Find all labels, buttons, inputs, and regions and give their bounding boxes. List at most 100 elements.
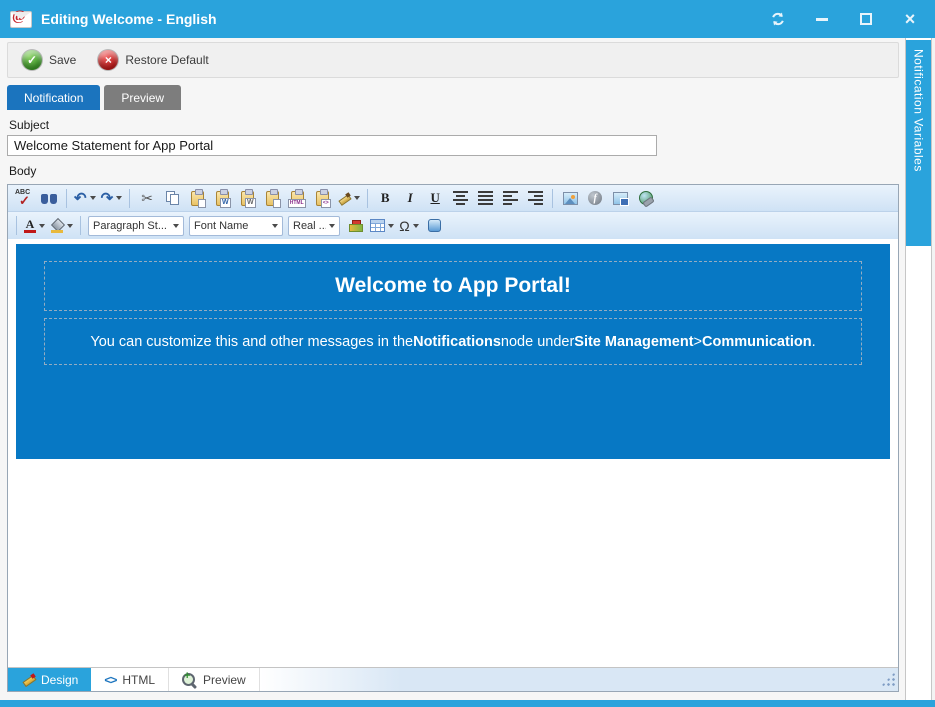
dialog-body: ✓ Save × Restore Default Notification Pr… xyxy=(0,38,905,700)
font-color-dropdown-arrow xyxy=(39,224,45,228)
paste-from-word-button[interactable]: W xyxy=(210,187,234,209)
title-bar: Editing Welcome - English × xyxy=(0,0,935,38)
toolbar-separator xyxy=(66,189,67,208)
tab-notification[interactable]: Notification xyxy=(7,85,100,110)
justify-button[interactable] xyxy=(473,187,497,209)
app-portal-mail-icon xyxy=(10,11,32,28)
paste-from-word-nostyles-button[interactable]: W xyxy=(235,187,259,209)
editor-toolbar-row1: ABC✓ ↶ ↷ ✂ W W HTML <> B xyxy=(8,185,898,212)
flash-manager-button[interactable]: f xyxy=(583,187,607,209)
font-size-dropdown[interactable]: Real ... xyxy=(288,216,340,236)
sidebar-strip: Notification Variables xyxy=(905,38,932,700)
paste-as-html-button[interactable]: HTML xyxy=(285,187,309,209)
font-size-value: Real ... xyxy=(293,220,326,232)
undo-button[interactable]: ↶ xyxy=(72,187,98,209)
spellcheck-icon: ABC✓ xyxy=(15,190,33,206)
align-right-button[interactable] xyxy=(523,187,547,209)
insert-image-button[interactable] xyxy=(558,187,582,209)
copy-button[interactable] xyxy=(160,187,184,209)
apply-css-class-button[interactable] xyxy=(343,215,367,237)
editor-status-area xyxy=(260,668,898,691)
paste-icon xyxy=(191,191,204,206)
save-button[interactable]: ✓ Save xyxy=(22,50,76,70)
font-color-icon: A xyxy=(24,219,36,233)
save-check-icon: ✓ xyxy=(22,50,42,70)
minimize-button[interactable] xyxy=(813,10,831,28)
paste-from-word-icon: W xyxy=(216,191,229,206)
redo-dropdown-arrow xyxy=(116,196,122,200)
insert-table-button[interactable] xyxy=(368,215,396,237)
editor-design-surface[interactable]: Welcome to App Portal! You can customize… xyxy=(8,239,898,667)
window-controls: × xyxy=(769,10,925,28)
align-right-icon xyxy=(528,191,543,205)
font-size-dropdown-arrow xyxy=(329,224,335,228)
underline-button[interactable]: U xyxy=(423,187,447,209)
rich-text-editor: ABC✓ ↶ ↷ ✂ W W HTML <> B xyxy=(7,184,899,692)
banner-message-cell[interactable]: You can customize this and other message… xyxy=(44,318,862,365)
insert-table-dropdown-arrow xyxy=(388,224,394,228)
mode-tab-preview[interactable]: Preview xyxy=(169,668,260,691)
align-center-button[interactable] xyxy=(448,187,472,209)
paste-button[interactable] xyxy=(185,187,209,209)
close-button[interactable]: × xyxy=(901,10,919,28)
cut-icon: ✂ xyxy=(141,190,153,207)
find-icon xyxy=(41,192,57,204)
align-left-button[interactable] xyxy=(498,187,522,209)
mode-tab-design[interactable]: Design xyxy=(8,668,91,691)
background-color-dropdown-arrow xyxy=(67,224,73,228)
insert-module-button[interactable] xyxy=(422,215,446,237)
format-stripper-button[interactable] xyxy=(335,187,362,209)
background-color-button[interactable] xyxy=(48,215,75,237)
notification-variables-tab[interactable]: Notification Variables xyxy=(906,40,931,246)
font-name-value: Font Name xyxy=(194,220,269,232)
resize-grip[interactable] xyxy=(881,672,895,686)
refresh-button[interactable] xyxy=(769,10,787,28)
tab-bar: Notification Preview xyxy=(7,85,899,110)
insert-symbol-button[interactable]: Ω xyxy=(397,215,421,237)
paste-plain-text-button[interactable] xyxy=(260,187,284,209)
spellcheck-button[interactable]: ABC✓ xyxy=(12,187,36,209)
mode-tab-design-label: Design xyxy=(41,673,78,687)
paste-html-button[interactable]: <> xyxy=(310,187,334,209)
redo-icon: ↷ xyxy=(101,191,114,206)
redo-button[interactable]: ↷ xyxy=(99,187,125,209)
bold-icon: B xyxy=(381,190,390,206)
editor-toolbar-row2: A Paragraph St... Font Name Real ... Ω xyxy=(8,212,898,239)
hyperlink-button[interactable] xyxy=(633,187,657,209)
italic-icon: I xyxy=(408,190,413,206)
font-name-dropdown[interactable]: Font Name xyxy=(189,216,283,236)
html-tags-icon: <> xyxy=(104,673,116,687)
bold-button[interactable]: B xyxy=(373,187,397,209)
insert-symbol-dropdown-arrow xyxy=(413,224,419,228)
italic-button[interactable]: I xyxy=(398,187,422,209)
email-banner: Welcome to App Portal! You can customize… xyxy=(16,244,890,459)
format-stripper-dropdown-arrow xyxy=(354,196,360,200)
command-toolbar: ✓ Save × Restore Default xyxy=(7,42,899,78)
flash-manager-icon: f xyxy=(588,191,602,205)
justify-icon xyxy=(478,191,493,205)
insert-module-icon xyxy=(428,219,441,232)
toolbar-separator xyxy=(16,216,17,235)
banner-heading-cell[interactable]: Welcome to App Portal! xyxy=(44,261,862,311)
insert-table-icon xyxy=(370,219,385,232)
align-center-icon xyxy=(453,191,468,205)
mode-tab-preview-label: Preview xyxy=(203,673,246,687)
image-map-button[interactable] xyxy=(608,187,632,209)
maximize-button[interactable] xyxy=(857,10,875,28)
background-color-icon xyxy=(50,219,64,233)
subject-input[interactable] xyxy=(7,135,657,156)
pencil-icon xyxy=(21,673,35,686)
refresh-icon xyxy=(770,11,786,27)
paste-as-html-icon: HTML xyxy=(291,191,304,206)
mode-tab-html[interactable]: <> HTML xyxy=(91,668,169,691)
tab-preview[interactable]: Preview xyxy=(104,85,181,110)
find-replace-button[interactable] xyxy=(37,187,61,209)
cut-button[interactable]: ✂ xyxy=(135,187,159,209)
underline-icon: U xyxy=(430,190,439,206)
window-bottom-border xyxy=(0,700,935,707)
copy-icon xyxy=(166,191,179,205)
restore-default-button[interactable]: × Restore Default xyxy=(98,50,208,70)
paragraph-style-dropdown[interactable]: Paragraph St... xyxy=(88,216,184,236)
font-color-button[interactable]: A xyxy=(22,215,47,237)
undo-dropdown-arrow xyxy=(90,196,96,200)
